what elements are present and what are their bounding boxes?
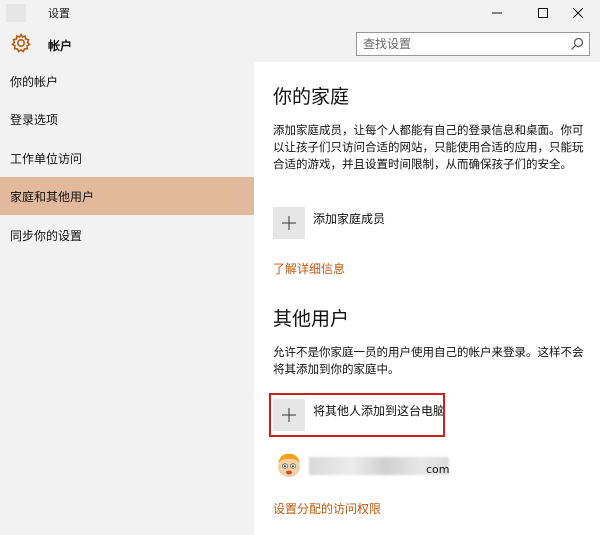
user-email-suffix: com bbox=[426, 463, 450, 476]
sidebar-item-sync-settings[interactable]: 同步你的设置 bbox=[0, 216, 254, 254]
minimize-icon bbox=[492, 12, 502, 14]
sidebar-item-sign-in-options[interactable]: 登录选项 bbox=[0, 100, 254, 138]
sidebar-item-label: 你的帐户 bbox=[10, 74, 59, 89]
sidebar-item-your-account[interactable]: 你的帐户 bbox=[0, 62, 254, 100]
add-family-member-label: 添加家庭成员 bbox=[313, 211, 386, 226]
window-title: 设置 bbox=[48, 7, 70, 20]
add-family-plus-tile bbox=[273, 207, 305, 239]
sidebar-item-label: 工作单位访问 bbox=[10, 151, 83, 166]
gear-icon bbox=[11, 32, 31, 53]
user-avatar-icon bbox=[278, 453, 300, 477]
sidebar-item-work-access[interactable]: 工作单位访问 bbox=[0, 139, 254, 177]
assigned-access-link[interactable]: 设置分配的访问权限 bbox=[273, 500, 381, 517]
maximize-icon bbox=[538, 8, 548, 18]
learn-more-link[interactable]: 了解详细信息 bbox=[273, 260, 345, 277]
sidebar-item-family-other-users[interactable]: 家庭和其他用户 bbox=[0, 177, 254, 215]
close-button[interactable] bbox=[556, 0, 600, 26]
back-button[interactable] bbox=[6, 4, 26, 22]
title-bar: 设置 bbox=[0, 0, 600, 26]
sidebar: 你的帐户 登录选项 工作单位访问 家庭和其他用户 同步你的设置 bbox=[0, 62, 254, 535]
family-heading: 你的家庭 bbox=[273, 86, 350, 108]
search-box[interactable] bbox=[356, 32, 590, 56]
other-users-description: 允许不是你家庭一员的用户使用自己的帐户来登录。这样不会将其添加到你的家庭中。 bbox=[273, 345, 584, 376]
minimize-button[interactable] bbox=[474, 0, 520, 26]
sidebar-item-label: 登录选项 bbox=[10, 112, 59, 127]
add-family-member-button[interactable]: 添加家庭成员 bbox=[273, 206, 385, 240]
family-description: 添加家庭成员，让每个人都能有自己的登录信息和桌面。你可以让孩子们只访问合适的网站… bbox=[273, 123, 584, 171]
close-icon bbox=[573, 8, 583, 18]
highlight-box bbox=[269, 393, 445, 437]
plus-icon bbox=[282, 216, 296, 230]
other-users-heading: 其他用户 bbox=[273, 308, 350, 330]
sidebar-item-label: 同步你的设置 bbox=[10, 228, 83, 243]
search-icon[interactable] bbox=[569, 36, 585, 52]
search-input[interactable] bbox=[363, 36, 563, 52]
settings-header: 帐户 bbox=[0, 26, 600, 62]
sidebar-item-label: 家庭和其他用户 bbox=[10, 189, 95, 204]
section-title: 帐户 bbox=[48, 39, 73, 53]
